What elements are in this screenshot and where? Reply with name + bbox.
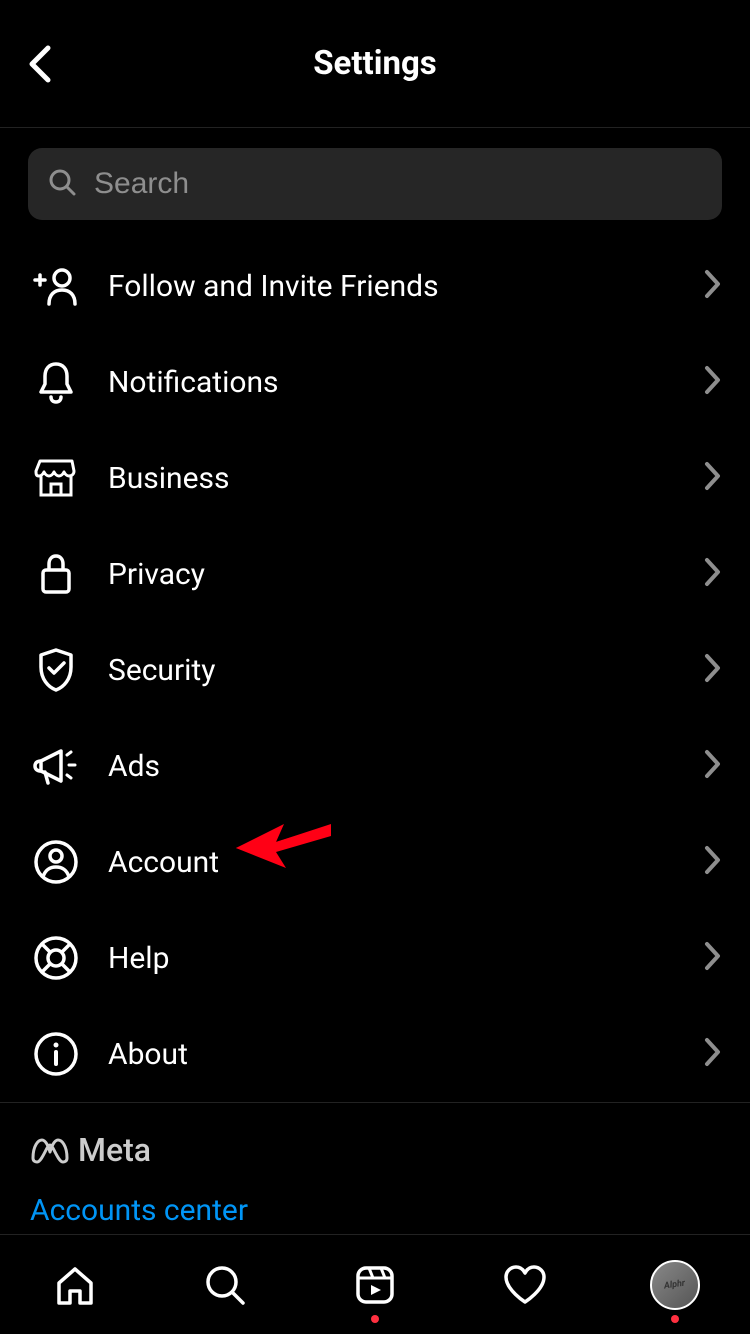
- bottom-nav: Alphr: [0, 1234, 750, 1334]
- search-bar[interactable]: [28, 148, 722, 220]
- menu-label: Follow and Invite Friends: [108, 269, 704, 304]
- settings-menu: Follow and Invite Friends Notifications …: [0, 220, 750, 1102]
- user-circle-icon: [32, 838, 80, 886]
- nav-activity[interactable]: [495, 1255, 555, 1315]
- nav-reels[interactable]: [345, 1255, 405, 1315]
- profile-avatar: Alphr: [650, 1260, 700, 1310]
- notification-dot: [371, 1315, 379, 1323]
- menu-item-security[interactable]: Security: [0, 622, 750, 718]
- lifebuoy-icon: [32, 934, 80, 982]
- nav-home[interactable]: [45, 1255, 105, 1315]
- chevron-right-icon: [704, 269, 722, 303]
- meta-brand-text: Meta: [78, 1131, 151, 1169]
- search-input[interactable]: [94, 167, 702, 201]
- accounts-center-link[interactable]: Accounts center: [30, 1193, 720, 1228]
- menu-label: Ads: [108, 749, 704, 784]
- search-container: [0, 128, 750, 220]
- storefront-icon: [32, 454, 80, 502]
- search-icon: [48, 168, 76, 200]
- menu-item-ads[interactable]: Ads: [0, 718, 750, 814]
- menu-item-privacy[interactable]: Privacy: [0, 526, 750, 622]
- page-title: Settings: [313, 44, 437, 83]
- chevron-right-icon: [704, 845, 722, 879]
- meta-brand: Meta: [30, 1131, 720, 1169]
- chevron-right-icon: [704, 557, 722, 591]
- menu-label: Business: [108, 461, 704, 496]
- info-circle-icon: [32, 1030, 80, 1078]
- bell-icon: [32, 358, 80, 406]
- menu-label: Account: [108, 845, 704, 880]
- search-icon: [203, 1263, 247, 1307]
- lock-icon: [32, 550, 80, 598]
- person-add-icon: [32, 262, 80, 310]
- back-button[interactable]: [20, 44, 60, 84]
- chevron-right-icon: [704, 461, 722, 495]
- chevron-left-icon: [26, 44, 54, 84]
- menu-item-business[interactable]: Business: [0, 430, 750, 526]
- chevron-right-icon: [704, 941, 722, 975]
- menu-label: About: [108, 1037, 704, 1072]
- chevron-right-icon: [704, 749, 722, 783]
- menu-item-notifications[interactable]: Notifications: [0, 334, 750, 430]
- menu-label: Help: [108, 941, 704, 976]
- home-icon: [53, 1263, 97, 1307]
- menu-label: Notifications: [108, 365, 704, 400]
- notification-dot: [671, 1315, 679, 1323]
- menu-item-about[interactable]: About: [0, 1006, 750, 1102]
- shield-check-icon: [32, 646, 80, 694]
- footer-section: Meta Accounts center: [0, 1102, 750, 1228]
- header: Settings: [0, 0, 750, 128]
- menu-item-help[interactable]: Help: [0, 910, 750, 1006]
- menu-item-account[interactable]: Account: [0, 814, 750, 910]
- meta-logo-icon: [30, 1136, 70, 1164]
- menu-label: Privacy: [108, 557, 704, 592]
- heart-icon: [502, 1264, 548, 1306]
- chevron-right-icon: [704, 653, 722, 687]
- nav-search[interactable]: [195, 1255, 255, 1315]
- menu-item-follow-invite[interactable]: Follow and Invite Friends: [0, 238, 750, 334]
- reels-icon: [353, 1263, 397, 1307]
- chevron-right-icon: [704, 1037, 722, 1071]
- chevron-right-icon: [704, 365, 722, 399]
- nav-profile[interactable]: Alphr: [645, 1255, 705, 1315]
- menu-label: Security: [108, 653, 704, 688]
- megaphone-icon: [32, 742, 80, 790]
